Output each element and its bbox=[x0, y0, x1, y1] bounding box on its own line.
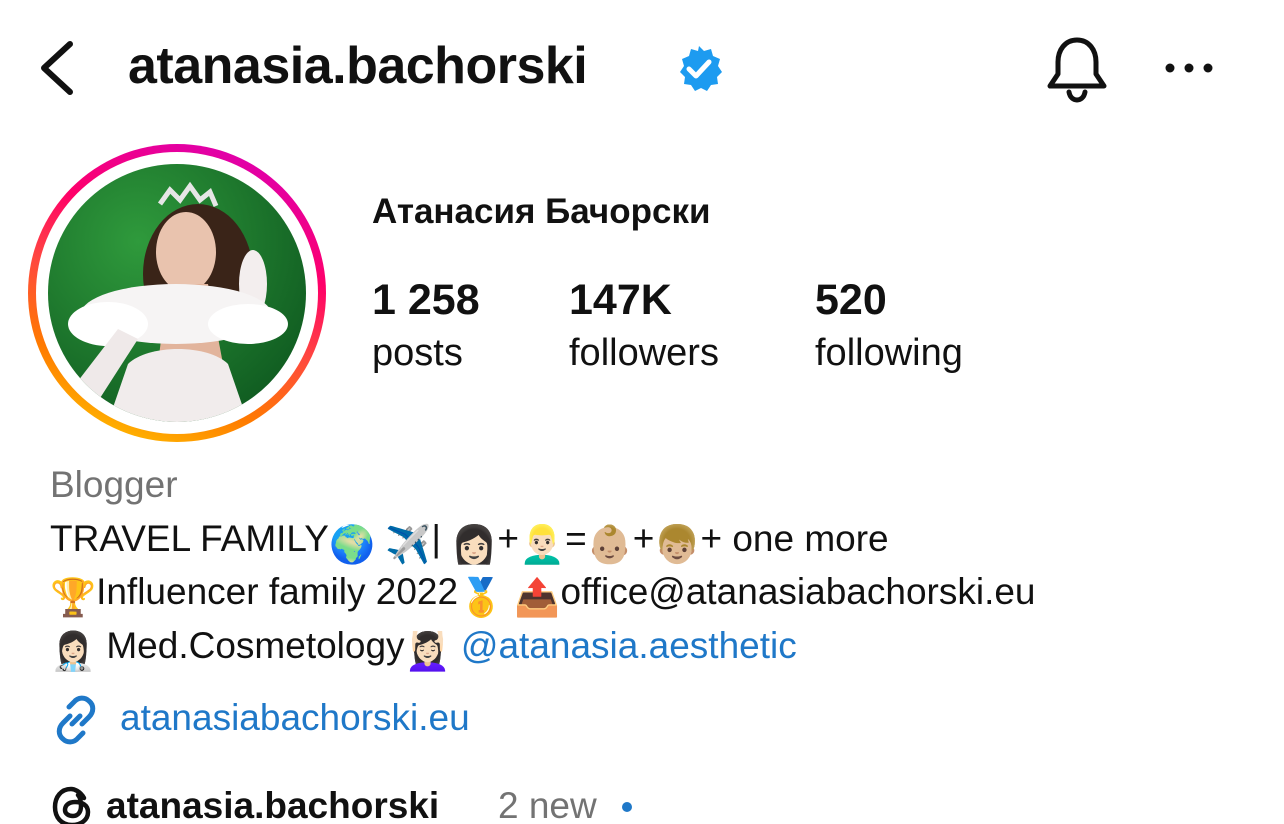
bio-email: office@atanasiabachorski.eu bbox=[560, 571, 1036, 612]
bio-influencer-text: Influencer family 2022 bbox=[96, 571, 459, 612]
boy-emoji-icon: 👦🏼 bbox=[654, 524, 701, 565]
threads-icon bbox=[52, 786, 91, 824]
back-button[interactable] bbox=[34, 36, 84, 100]
massage-emoji-icon: 💆🏻‍♀️ bbox=[404, 631, 451, 672]
following-stat[interactable]: 520 following bbox=[815, 274, 963, 380]
health-worker-emoji-icon: 👩🏻‍⚕️ bbox=[50, 631, 97, 672]
more-horizontal-icon bbox=[1165, 63, 1213, 73]
threads-new-count: 2 new bbox=[498, 785, 597, 824]
followers-label: followers bbox=[569, 332, 719, 374]
bio-plus: + bbox=[497, 518, 519, 559]
bio-travel-text: TRAVEL FAMILY bbox=[50, 518, 329, 559]
outbox-emoji-icon: 📤 bbox=[514, 577, 561, 618]
bio-line-3: 👩🏻‍⚕️ Med.Cosmetology💆🏻‍♀️ @atanasia.aes… bbox=[50, 619, 797, 679]
verified-badge-icon bbox=[674, 44, 724, 94]
link-icon bbox=[56, 695, 96, 745]
threads-username: atanasia.bachorski bbox=[106, 785, 440, 824]
bio-one-more: + one more bbox=[700, 518, 889, 559]
trophy-emoji-icon: 🏆 bbox=[50, 577, 97, 618]
medal-emoji-icon: 🥇 bbox=[458, 577, 505, 618]
back-chevron-icon bbox=[41, 41, 73, 95]
followers-count: 147K bbox=[569, 276, 672, 324]
more-options-button[interactable] bbox=[1160, 50, 1220, 86]
posts-label: posts bbox=[372, 332, 463, 374]
plane-emoji-icon: ✈️ bbox=[385, 524, 432, 565]
profile-avatar[interactable] bbox=[48, 164, 306, 422]
story-ring[interactable] bbox=[28, 144, 326, 442]
profile-header: atanasia.bachorski bbox=[0, 0, 1284, 130]
notifications-bell-button[interactable] bbox=[1044, 34, 1110, 104]
header-username[interactable]: atanasia.bachorski bbox=[128, 34, 588, 98]
following-count: 520 bbox=[815, 276, 887, 324]
profile-full-name: Атанасия Бачорски bbox=[372, 192, 711, 231]
following-label: following bbox=[815, 332, 963, 374]
profile-category: Blogger bbox=[50, 464, 178, 505]
threads-unread-dot bbox=[622, 802, 632, 812]
bell-icon bbox=[1047, 37, 1107, 103]
profile-page: atanasia.bachorski Атанасия Бачорски 1 2… bbox=[0, 0, 1284, 824]
globe-emoji-icon: 🌍 bbox=[328, 524, 376, 565]
bio-line-1: TRAVEL FAMILY🌍 ✈️| 👩🏻+👱🏻‍♂️=👶🏼+👦🏼+ one m… bbox=[50, 512, 889, 572]
man-emoji-icon: 👱🏻‍♂️ bbox=[518, 524, 566, 565]
bio-cosmetology-text: Med.Cosmetology bbox=[106, 625, 405, 666]
posts-stat[interactable]: 1 258 posts bbox=[372, 274, 480, 380]
posts-count: 1 258 bbox=[372, 276, 480, 324]
external-link-text[interactable]: atanasiabachorski.eu bbox=[120, 692, 470, 744]
bio-equals: = bbox=[565, 518, 587, 559]
bio-plus-2: + bbox=[632, 518, 655, 559]
bio-mention-link[interactable]: @atanasia.aesthetic bbox=[461, 625, 797, 666]
bio-line-2: 🏆Influencer family 2022🥇 📤office@atanasi… bbox=[50, 565, 1036, 625]
baby-emoji-icon: 👶🏼 bbox=[586, 524, 633, 565]
bio-separator: | bbox=[431, 518, 452, 559]
followers-stat[interactable]: 147K followers bbox=[569, 274, 719, 380]
woman-emoji-icon: 👩🏻 bbox=[451, 524, 498, 565]
